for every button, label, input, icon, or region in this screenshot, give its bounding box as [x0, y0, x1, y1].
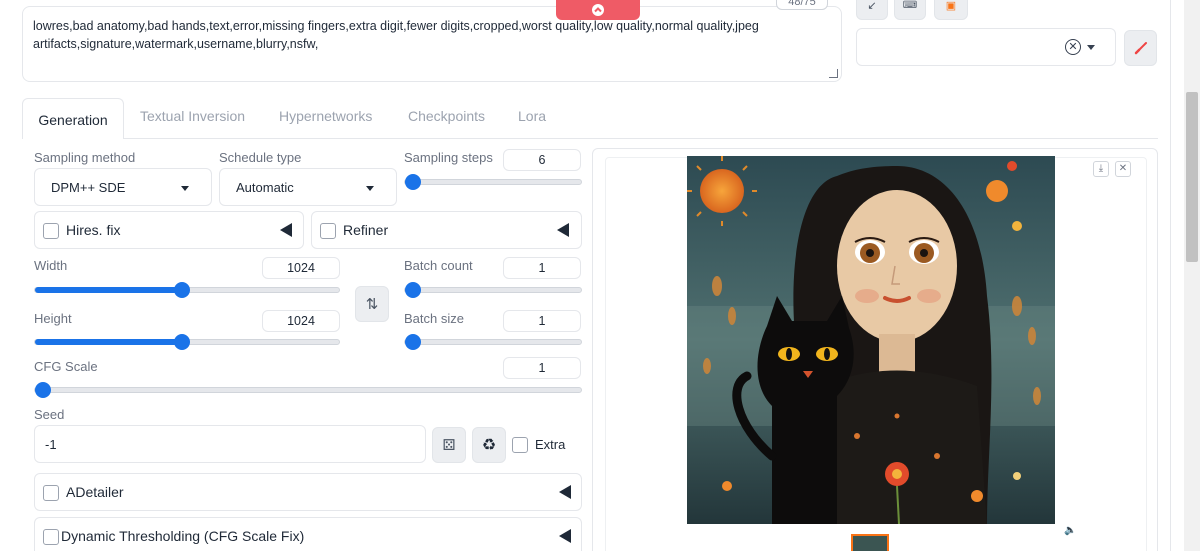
sampling-steps-label: Sampling steps — [404, 150, 493, 165]
tab-textual-inversion[interactable]: Textual Inversion — [140, 108, 245, 124]
generate-button[interactable] — [556, 0, 640, 20]
dynamic-thresholding-label: Dynamic Thresholding (CFG Scale Fix) — [61, 528, 305, 544]
height-label: Height — [34, 311, 72, 326]
dynamic-thresholding-checkbox[interactable] — [43, 529, 59, 545]
slider-knob[interactable] — [405, 282, 421, 298]
generated-image[interactable] — [687, 156, 1055, 524]
keyboard-icon: ⌨ — [902, 0, 918, 11]
collapse-triangle-icon — [559, 485, 571, 499]
page-scrollbar[interactable] — [1184, 0, 1200, 551]
sampling-steps-slider[interactable] — [404, 174, 582, 190]
styles-dropdown[interactable]: ✕ — [856, 28, 1116, 66]
tab-lora[interactable]: Lora — [518, 108, 546, 124]
chevron-down-icon — [181, 186, 189, 191]
adetailer-accordion[interactable]: ADetailer — [34, 473, 582, 511]
interrupt-icon — [592, 4, 604, 16]
collapse-triangle-icon — [557, 223, 569, 237]
sampling-method-select[interactable]: DPM++ SDE — [34, 168, 212, 206]
tab-hypernetworks[interactable]: Hypernetworks — [279, 108, 372, 124]
arrow-icon: ↙ — [867, 0, 877, 12]
tab-bar — [22, 138, 1158, 139]
collapse-triangle-icon — [559, 529, 571, 543]
sampling-steps-input[interactable]: 6 — [503, 149, 581, 171]
cfg-scale-label: CFG Scale — [34, 359, 98, 374]
dynamic-thresholding-accordion[interactable]: Dynamic Thresholding (CFG Scale Fix) — [34, 517, 582, 551]
cfg-scale-input[interactable]: 1 — [503, 357, 581, 379]
slider-knob[interactable] — [405, 174, 421, 190]
seed-value: -1 — [45, 437, 57, 452]
extra-label: Extra — [535, 437, 566, 452]
tab-generation[interactable]: Generation — [22, 98, 124, 139]
refiner-label: Refiner — [343, 222, 389, 238]
paste-params-button[interactable]: ↙ — [856, 0, 888, 20]
reuse-seed-button[interactable]: ♻ — [472, 427, 506, 463]
hires-fix-accordion[interactable]: Hires. fix — [34, 211, 304, 249]
styles-button[interactable]: ▣ — [934, 0, 968, 20]
refiner-accordion[interactable]: Refiner — [311, 211, 582, 249]
random-seed-button[interactable]: ⚄ — [432, 427, 466, 463]
resize-handle-icon[interactable] — [829, 69, 838, 78]
width-label: Width — [34, 258, 68, 273]
batch-count-label: Batch count — [404, 258, 473, 273]
height-slider[interactable] — [34, 334, 340, 350]
scrollbar-thumb[interactable] — [1186, 92, 1198, 262]
sampling-method-value: DPM++ SDE — [51, 180, 126, 195]
cfg-scale-slider[interactable] — [34, 382, 582, 398]
slider-knob[interactable] — [173, 334, 190, 350]
batch-size-label: Batch size — [404, 311, 464, 326]
extra-seed-checkbox[interactable] — [512, 437, 528, 453]
gallery-thumbnail[interactable] — [851, 534, 889, 551]
slider-knob[interactable] — [173, 282, 190, 298]
adetailer-checkbox[interactable] — [43, 485, 59, 501]
close-image-button[interactable]: ✕ — [1115, 161, 1131, 177]
width-input[interactable]: 1024 — [262, 257, 340, 279]
width-slider[interactable] — [34, 282, 340, 298]
token-counter: 48/75 — [776, 0, 828, 10]
negative-prompt-text: lowres,bad anatomy,bad hands,text,error,… — [33, 19, 759, 51]
chevron-down-icon — [1087, 45, 1095, 50]
hires-fix-checkbox[interactable] — [43, 223, 59, 239]
schedule-type-label: Schedule type — [219, 150, 302, 165]
slider-knob[interactable] — [405, 334, 421, 350]
clear-prompt-button[interactable]: ⌨ — [894, 0, 926, 20]
height-input[interactable]: 1024 — [262, 310, 340, 332]
seed-input[interactable]: -1 — [34, 425, 426, 463]
swap-arrows-icon: ⇅ — [365, 296, 379, 313]
sampling-method-label: Sampling method — [34, 150, 136, 165]
refiner-checkbox[interactable] — [320, 223, 336, 239]
brush-icon — [1134, 42, 1147, 55]
collapse-triangle-icon — [280, 223, 292, 237]
schedule-type-select[interactable]: Automatic — [219, 168, 397, 206]
batch-size-slider[interactable] — [404, 334, 582, 350]
seed-label: Seed — [34, 407, 65, 422]
clipboard-icon: ▣ — [945, 0, 957, 12]
dice-icon: ⚄ — [442, 437, 456, 454]
edit-styles-button[interactable] — [1124, 30, 1157, 66]
audio-icon: 🔈 — [1064, 525, 1077, 536]
batch-count-slider[interactable] — [404, 282, 582, 298]
recycle-icon: ♻ — [481, 437, 497, 454]
batch-count-input[interactable]: 1 — [503, 257, 581, 279]
batch-size-input[interactable]: 1 — [503, 310, 581, 332]
swap-dimensions-button[interactable]: ⇅ — [355, 286, 389, 322]
download-button[interactable]: ⤓ — [1093, 161, 1109, 177]
adetailer-label: ADetailer — [66, 484, 124, 500]
tab-checkpoints[interactable]: Checkpoints — [408, 108, 485, 124]
clear-x-icon[interactable]: ✕ — [1065, 39, 1081, 55]
hires-fix-label: Hires. fix — [66, 222, 121, 238]
negative-prompt-textarea[interactable]: lowres,bad anatomy,bad hands,text,error,… — [22, 6, 842, 82]
schedule-type-value: Automatic — [236, 180, 294, 195]
slider-knob[interactable] — [35, 382, 51, 398]
chevron-down-icon — [366, 186, 374, 191]
